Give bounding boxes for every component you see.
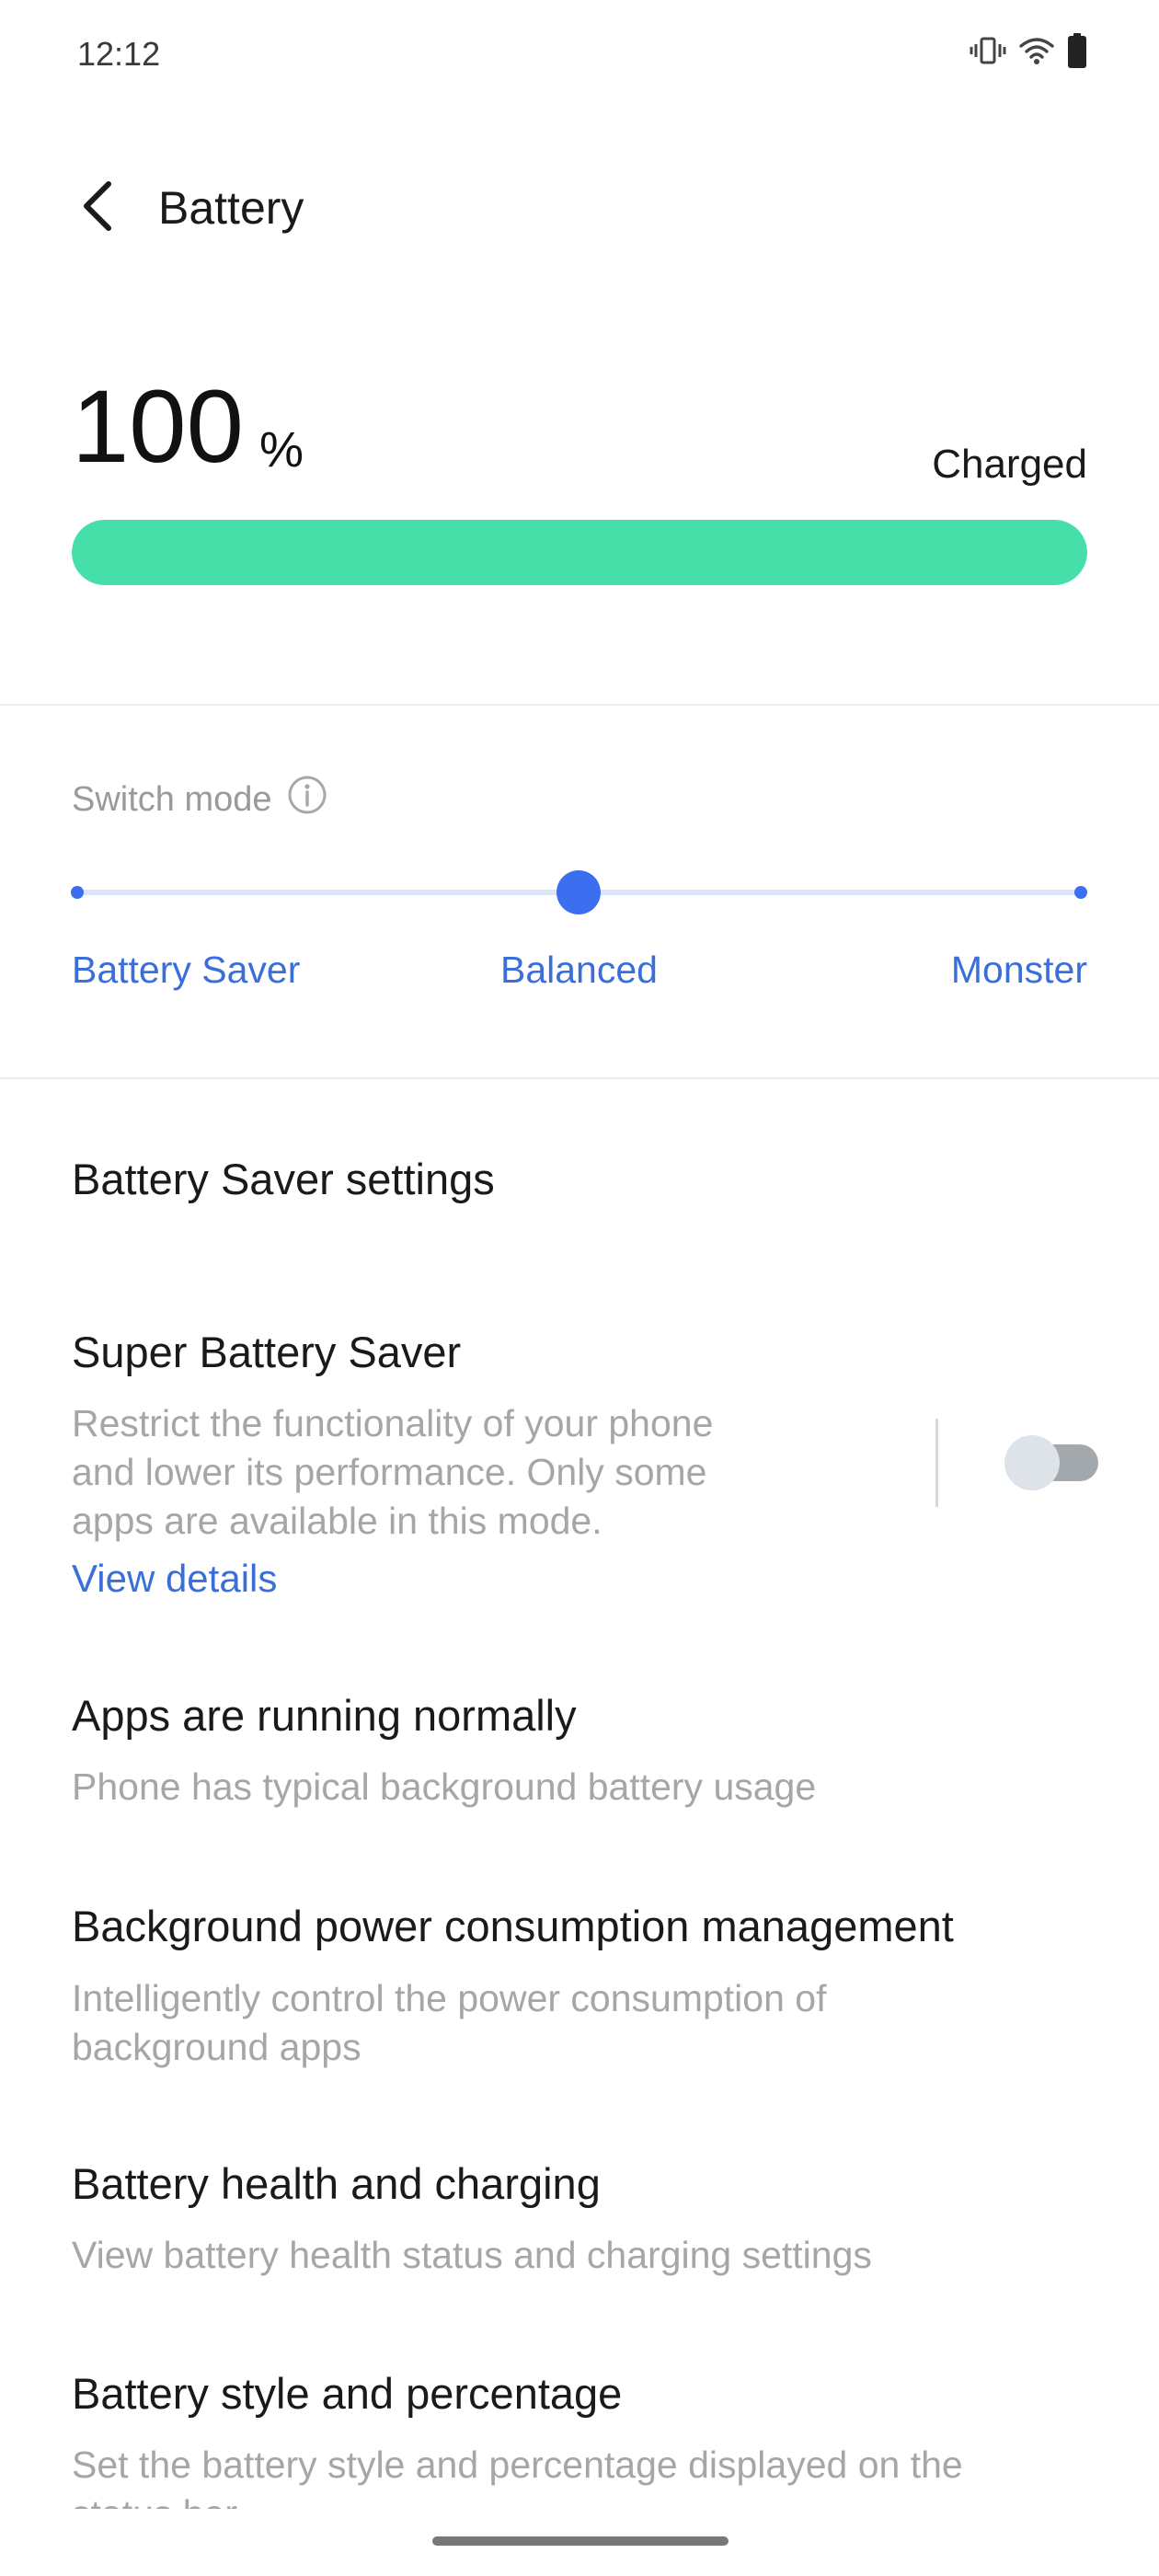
description-line: status bar	[72, 2490, 963, 2509]
home-indicator[interactable]	[432, 2536, 729, 2546]
toggle-separator	[935, 1419, 938, 1507]
mode-stop-battery-saver[interactable]	[71, 886, 84, 899]
battery-level-value: 100	[72, 369, 244, 484]
description-line: background apps	[72, 2026, 361, 2068]
back-button[interactable]	[70, 171, 125, 245]
description-line: apps are available in this mode.	[72, 1500, 602, 1542]
battery-level-bar	[72, 520, 1087, 585]
apps-running-title[interactable]: Apps are running normally	[72, 1690, 577, 1741]
toggle-thumb	[1004, 1435, 1060, 1490]
description-line: Intelligently control the power consumpt…	[72, 1977, 827, 2019]
apps-running-description: Phone has typical background battery usa…	[72, 1765, 817, 1808]
battery-style-description: Set the battery style and percentage dis…	[72, 2441, 963, 2509]
battery-health-title[interactable]: Battery health and charging	[72, 2158, 601, 2209]
divider	[0, 704, 1159, 706]
background-power-title[interactable]: Background power consumption management	[72, 1901, 954, 1951]
super-battery-saver-toggle[interactable]	[1004, 1435, 1098, 1490]
description-line: Set the battery style and percentage dis…	[72, 2444, 963, 2486]
battery-style-title[interactable]: Battery style and percentage	[72, 2368, 622, 2419]
status-icons	[970, 33, 1087, 68]
description-line: Restrict the functionality of your phone	[72, 1402, 714, 1444]
battery-saver-settings-item[interactable]: Battery Saver settings	[72, 1154, 495, 1204]
super-battery-saver-description: Restrict the functionality of your phone…	[72, 1399, 713, 1546]
battery-status: Charged	[932, 442, 1087, 487]
info-icon[interactable]	[287, 775, 327, 824]
mode-slider-thumb[interactable]	[557, 870, 601, 914]
mode-option-battery-saver[interactable]: Battery Saver	[72, 949, 300, 992]
view-details-link[interactable]: View details	[72, 1557, 277, 1601]
mode-option-monster[interactable]: Monster	[951, 949, 1087, 992]
vibrate-icon	[970, 36, 1006, 65]
battery-level-unit: %	[259, 422, 304, 477]
switch-mode-label: Switch mode	[72, 775, 327, 824]
wifi-icon	[1019, 36, 1054, 65]
battery-icon	[1067, 33, 1087, 68]
background-power-description: Intelligently control the power consumpt…	[72, 1974, 826, 2072]
chevron-left-icon	[79, 178, 116, 238]
mode-stop-monster[interactable]	[1074, 886, 1087, 899]
description-line: and lower its performance. Only some	[72, 1451, 707, 1493]
page-title: Battery	[158, 182, 304, 234]
battery-level-fill	[72, 520, 1087, 585]
battery-health-description: View battery health status and charging …	[72, 2234, 872, 2276]
super-battery-saver-title[interactable]: Super Battery Saver	[72, 1327, 461, 1377]
switch-mode-text: Switch mode	[72, 779, 272, 819]
divider	[0, 1077, 1159, 1079]
status-time: 12:12	[77, 35, 161, 73]
mode-option-balanced[interactable]: Balanced	[500, 949, 658, 992]
